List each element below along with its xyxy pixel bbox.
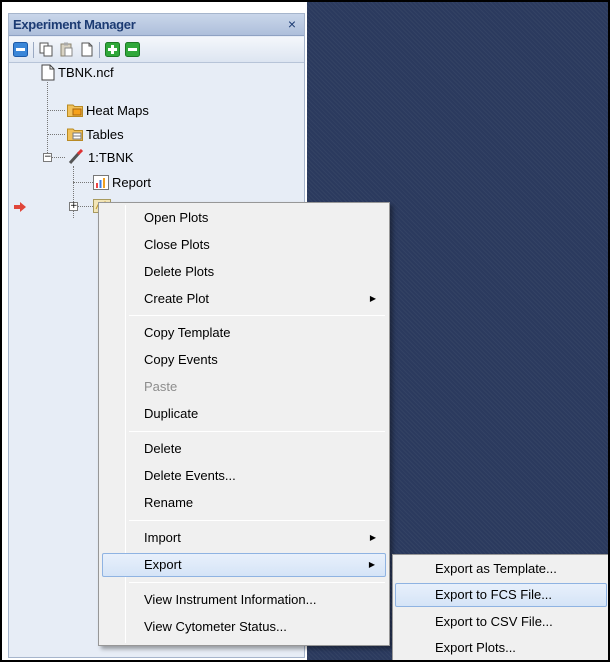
menu-item-label: Delete Plots	[144, 264, 215, 279]
menu-item-paste: Paste	[102, 375, 386, 399]
remove-icon[interactable]	[125, 42, 140, 57]
tree-node-report[interactable]: Report	[93, 172, 151, 192]
menu-item-label: Copy Events	[144, 352, 218, 367]
tree-node-label: 1:TBNK	[88, 149, 134, 165]
tree-connector	[47, 134, 65, 135]
document-icon[interactable]	[79, 42, 94, 57]
menu-item-delete-events[interactable]: Delete Events...	[102, 464, 386, 488]
menu-item-view-cytometer-status[interactable]: View Cytometer Status...	[102, 615, 386, 639]
submenu-item-export-to-fcs-file[interactable]: Export to FCS File...	[395, 583, 607, 607]
close-icon[interactable]: ×	[288, 16, 296, 32]
menu-item-copy-events[interactable]: Copy Events	[102, 348, 386, 372]
submenu-arrow-icon: ▶	[369, 533, 376, 542]
collapse-icon[interactable]	[13, 42, 28, 57]
menu-item-label: Duplicate	[144, 406, 199, 421]
menu-separator	[129, 315, 385, 316]
pointer-arrow-icon	[14, 200, 26, 215]
tree-node-tables[interactable]: Tables	[67, 124, 124, 144]
menu-item-label: Export Plots...	[435, 640, 516, 655]
submenu-arrow-icon: ▶	[368, 560, 375, 569]
menu-item-label: Export	[144, 557, 182, 572]
menu-item-label: Rename	[144, 495, 194, 510]
add-icon[interactable]	[105, 42, 120, 57]
submenu-item-export-as-template[interactable]: Export as Template...	[395, 557, 607, 581]
menu-separator	[129, 582, 385, 583]
menu-item-label: Export to CSV File...	[435, 614, 553, 629]
menu-item-label: Delete Events...	[144, 468, 236, 483]
tree-connector	[51, 157, 65, 158]
menu-item-label: Export to FCS File...	[435, 587, 553, 602]
menu-item-label: Create Plot	[144, 291, 210, 306]
menu-separator	[129, 520, 385, 521]
menu-item-label: View Instrument Information...	[144, 592, 317, 607]
menu-item-delete-plots[interactable]: Delete Plots	[102, 260, 386, 284]
tree-node-label: Heat Maps	[86, 102, 149, 118]
menu-item-label: Copy Template	[144, 325, 231, 340]
pipette-icon	[68, 149, 84, 165]
tree-node-label: TBNK.ncf	[58, 64, 114, 80]
menu-item-view-instrument-information[interactable]: View Instrument Information...	[102, 588, 386, 612]
menu-item-import[interactable]: Import ▶	[102, 526, 386, 550]
tree-connector	[47, 82, 48, 157]
toolbar-divider	[99, 42, 100, 58]
menu-item-label: Open Plots	[144, 210, 209, 225]
menu-item-duplicate[interactable]: Duplicate	[102, 402, 386, 426]
tree-connector	[47, 110, 65, 111]
folder-icon	[67, 104, 83, 117]
expand-toggle-icon[interactable]: +	[69, 202, 78, 211]
tree-node-heat-maps[interactable]: Heat Maps	[67, 100, 149, 120]
paste-icon[interactable]	[59, 42, 74, 57]
menu-item-create-plot[interactable]: Create Plot ▶	[102, 287, 386, 311]
context-menu: Open Plots Close Plots Delete Plots Crea…	[98, 202, 390, 646]
menu-item-delete[interactable]: Delete	[102, 437, 386, 461]
collapse-toggle-icon[interactable]: −	[43, 153, 52, 162]
copy-icon[interactable]	[39, 42, 54, 57]
submenu-arrow-icon: ▶	[369, 294, 376, 303]
tree-connector	[77, 206, 93, 207]
menu-item-label: Close Plots	[144, 237, 210, 252]
menu-item-rename[interactable]: Rename	[102, 491, 386, 515]
panel-title: Experiment Manager	[13, 17, 136, 32]
menu-item-label: View Cytometer Status...	[144, 619, 287, 634]
submenu-item-export-plots[interactable]: Export Plots...	[395, 636, 607, 660]
tree-node-label: Report	[112, 174, 152, 190]
menu-item-label: Import	[144, 530, 181, 545]
menu-item-label: Export as Template...	[435, 561, 557, 576]
menu-item-label: Delete	[144, 441, 182, 456]
app-window: Experiment Manager × TBNK.ncf Heat Maps …	[0, 0, 610, 662]
menu-item-open-plots[interactable]: Open Plots	[102, 206, 386, 230]
menu-item-label: Paste	[144, 379, 178, 394]
toolbar-divider	[33, 42, 34, 58]
tree-node-experiment[interactable]: 1:TBNK	[67, 147, 134, 167]
panel-toolbar	[9, 37, 304, 63]
tree-node-label: Tables	[86, 126, 124, 142]
tree-connector	[73, 182, 93, 183]
document-icon	[41, 64, 55, 80]
menu-item-close-plots[interactable]: Close Plots	[102, 233, 386, 257]
tree-node-file[interactable]: TBNK.ncf	[41, 62, 114, 82]
submenu-item-export-to-csv-file[interactable]: Export to CSV File...	[395, 610, 607, 634]
folder-icon	[67, 128, 83, 141]
menu-item-export[interactable]: Export ▶	[102, 553, 386, 577]
menu-item-copy-template[interactable]: Copy Template	[102, 321, 386, 345]
export-submenu: Export as Template... Export to FCS File…	[392, 554, 608, 660]
report-icon	[93, 174, 109, 190]
menu-separator	[129, 431, 385, 432]
panel-title-bar: Experiment Manager ×	[9, 14, 304, 36]
